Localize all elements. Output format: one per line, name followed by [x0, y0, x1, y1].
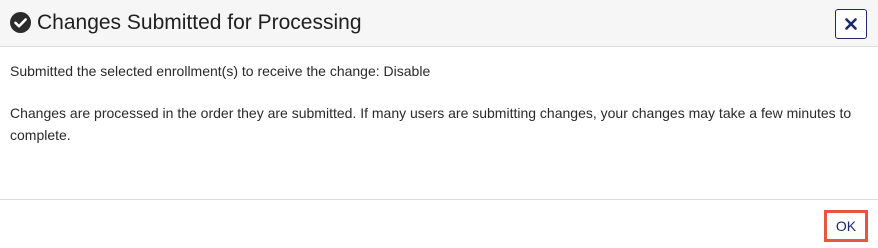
close-button[interactable] [835, 9, 867, 39]
dialog-header: Changes Submitted for Processing [0, 0, 878, 47]
dialog-body: Submitted the selected enrollment(s) to … [10, 60, 870, 146]
submitted-message: Submitted the selected enrollment(s) to … [10, 63, 431, 79]
changes-submitted-dialog: Changes Submitted for Processing Submitt… [0, 0, 878, 248]
dialog-footer: OK [0, 199, 878, 248]
ok-button[interactable]: OK [827, 213, 865, 239]
processing-note: Changes are processed in the order they … [10, 105, 852, 143]
ok-button-highlight: OK [824, 210, 868, 242]
close-icon [845, 18, 857, 30]
check-circle-icon [10, 12, 31, 33]
dialog-title: Changes Submitted for Processing [37, 11, 362, 34]
